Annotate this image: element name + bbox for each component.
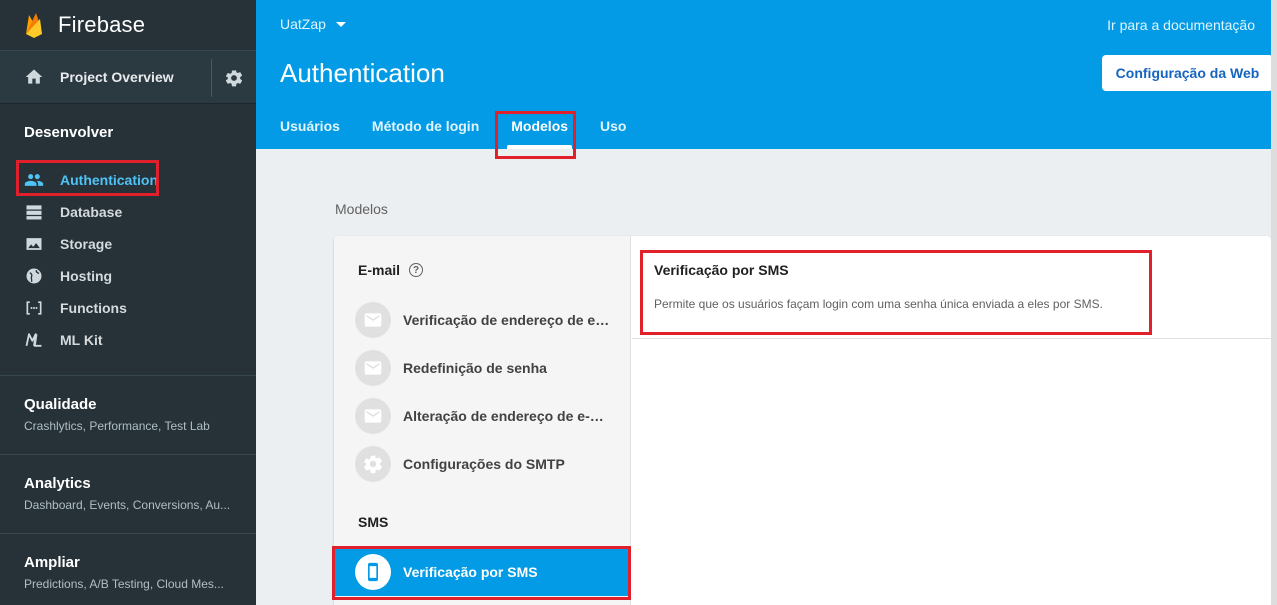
divider <box>632 338 1271 339</box>
sidebar: Firebase Project Overview Desenvolver Au… <box>0 0 256 605</box>
template-email-verification[interactable]: Verificação de endereço de e-mail <box>334 296 631 344</box>
template-list: E-mail ? Verificação de endereço de e-ma… <box>334 236 631 605</box>
group-subtitle: Dashboard, Events, Conversions, Au... <box>24 498 231 512</box>
mail-icon <box>355 398 391 434</box>
group-title: Analytics <box>24 475 91 492</box>
header: UatZap Ir para a documentação Authentica… <box>256 0 1277 149</box>
sidebar-item-label: Hosting <box>60 268 113 284</box>
group-title: Ampliar <box>24 554 80 571</box>
sidebar-item-label: Functions <box>60 300 127 316</box>
tab-templates[interactable]: Modelos <box>507 118 572 149</box>
sidebar-item-label: Storage <box>60 236 113 252</box>
detail-description: Permite que os usuários façam login com … <box>654 297 1103 311</box>
sidebar-item-label: Authentication <box>60 172 158 188</box>
group-grow[interactable]: Ampliar Predictions, A/B Testing, Cloud … <box>0 533 256 605</box>
image-icon <box>26 238 42 250</box>
app-name: Firebase <box>58 12 146 37</box>
template-label: Verificação por SMS <box>403 564 538 580</box>
template-label: Redefinição de senha <box>403 360 547 376</box>
sidebar-item-storage[interactable]: Storage <box>24 228 232 260</box>
tab-users[interactable]: Usuários <box>280 118 340 149</box>
project-selector[interactable]: UatZap <box>280 16 346 32</box>
help-icon[interactable]: ? <box>409 263 424 277</box>
template-sms-verification[interactable]: Verificação por SMS <box>334 548 631 596</box>
template-email-change[interactable]: Alteração de endereço de e-mail <box>334 392 631 440</box>
mail-icon <box>355 302 391 338</box>
template-label: Configurações do SMTP <box>403 456 565 472</box>
template-password-reset[interactable]: Redefinição de senha <box>334 344 631 392</box>
develop-title: Desenvolver <box>24 124 114 141</box>
group-subtitle: Predictions, A/B Testing, Cloud Mes... <box>24 577 224 591</box>
group-title: Qualidade <box>24 396 97 413</box>
sidebar-item-database[interactable]: Database <box>24 196 232 228</box>
functions-icon <box>26 301 42 315</box>
templates-card: E-mail ? Verificação de endereço de e-ma… <box>334 236 1271 605</box>
tab-sign-in-method[interactable]: Método de login <box>372 118 479 149</box>
project-name: UatZap <box>280 16 326 32</box>
mlkit-icon <box>25 333 42 347</box>
template-label: Alteração de endereço de e-mail <box>403 408 613 424</box>
tab-usage[interactable]: Uso <box>600 118 626 149</box>
firebase-logo-icon <box>26 13 42 38</box>
develop-nav: Authentication Database Storage Hosting … <box>24 164 232 356</box>
template-smtp-settings[interactable]: Configurações do SMTP <box>334 440 631 488</box>
gear-icon[interactable] <box>224 68 244 88</box>
group-subtitle: Crashlytics, Performance, Test Lab <box>24 419 210 433</box>
gear-icon <box>355 446 391 482</box>
detail-title: Verificação por SMS <box>654 262 789 278</box>
template-label: Verificação de endereço de e-mail <box>403 312 613 328</box>
web-config-button[interactable]: Configuração da Web <box>1102 55 1273 91</box>
sidebar-item-authentication[interactable]: Authentication <box>24 164 232 196</box>
email-section-label: E-mail ? <box>358 262 424 278</box>
scrollbar[interactable] <box>1271 0 1277 605</box>
project-overview[interactable]: Project Overview <box>0 50 256 104</box>
people-icon <box>24 174 44 186</box>
sidebar-item-hosting[interactable]: Hosting <box>24 260 232 292</box>
email-section-title: E-mail <box>358 262 401 278</box>
tabs: Usuários Método de login Modelos Uso <box>280 118 658 149</box>
globe-icon <box>26 268 42 284</box>
project-overview-label: Project Overview <box>60 69 174 85</box>
sms-section-label: SMS <box>358 514 389 530</box>
chevron-down-icon <box>335 21 346 27</box>
mail-icon <box>355 350 391 386</box>
breadcrumb: Modelos <box>335 201 388 217</box>
group-quality[interactable]: Qualidade Crashlytics, Performance, Test… <box>0 375 256 454</box>
phone-icon <box>355 554 391 590</box>
docs-link[interactable]: Ir para a documentação <box>1107 17 1255 33</box>
sidebar-item-ml-kit[interactable]: ML Kit <box>24 324 232 356</box>
develop-section: Desenvolver Authentication Database Stor… <box>0 104 256 356</box>
sidebar-item-label: Database <box>60 204 123 220</box>
home-icon <box>25 69 43 84</box>
group-analytics[interactable]: Analytics Dashboard, Events, Conversions… <box>0 454 256 533</box>
divider <box>211 59 212 97</box>
page-title: Authentication <box>280 58 445 88</box>
sidebar-item-functions[interactable]: Functions <box>24 292 232 324</box>
brand[interactable]: Firebase <box>0 0 256 50</box>
database-icon <box>26 205 42 220</box>
sidebar-item-label: ML Kit <box>60 332 103 348</box>
